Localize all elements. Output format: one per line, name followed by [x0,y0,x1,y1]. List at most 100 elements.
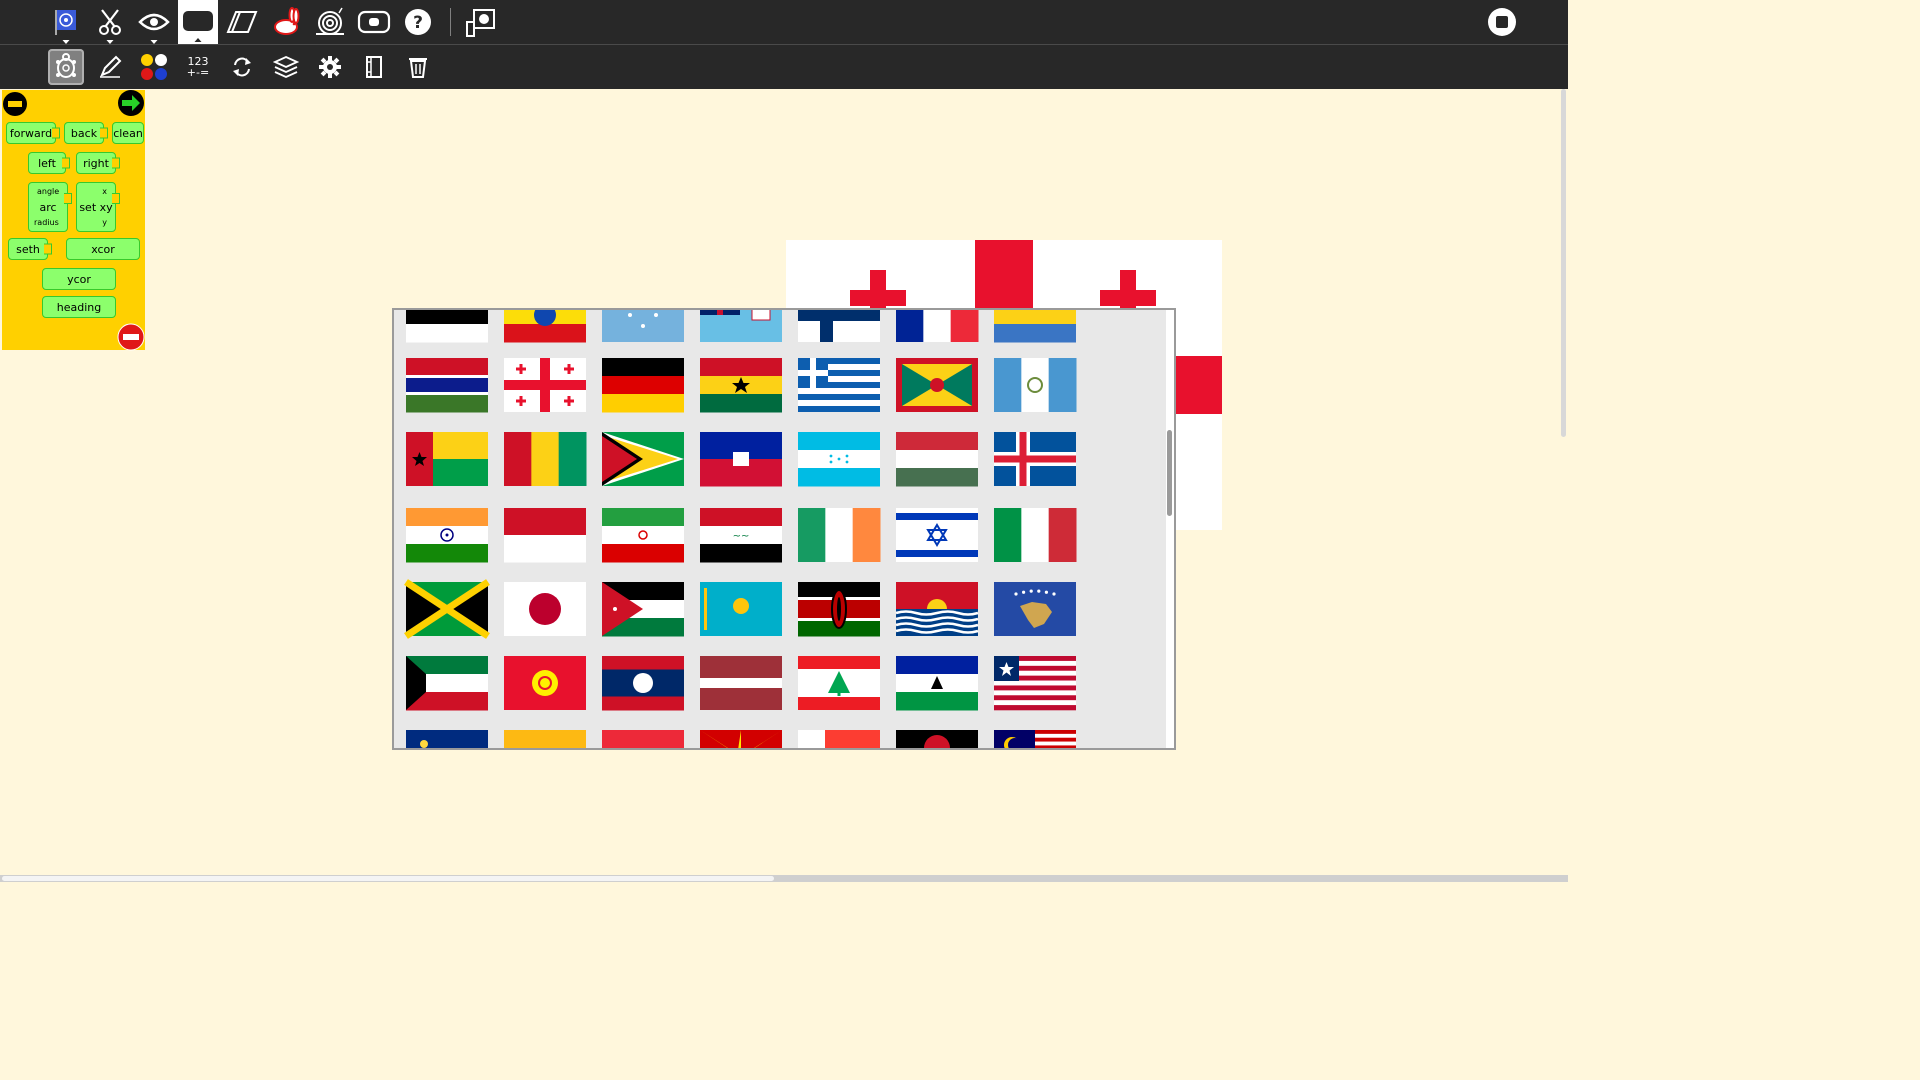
clean-block-label: clean [113,126,143,140]
setxy-block[interactable]: x set xy y [76,182,120,232]
flag-lithuania[interactable] [504,730,586,750]
flag-malaysia[interactable] [994,730,1076,750]
flag-greece[interactable] [798,358,880,412]
blocks-palette-icon[interactable] [268,49,304,85]
flag-honduras[interactable] [798,432,880,487]
flag-chooser-popup[interactable]: ~~ [392,308,1176,750]
flag-haiti[interactable] [700,432,782,487]
flag-kyrgyzstan[interactable] [504,656,586,710]
flag-indonesia[interactable] [504,508,586,563]
forward-block[interactable]: forward [6,122,60,144]
flag-guyana[interactable] [602,432,684,486]
back-block[interactable]: back [64,122,108,144]
flag-macedonia[interactable] [700,730,782,750]
canvas-vertical-scrollbar[interactable] [1560,89,1568,875]
trash-palette-icon[interactable] [400,49,436,85]
activity-logo-icon[interactable] [46,2,86,44]
xcor-block-label: xcor [91,242,115,256]
heading-block[interactable]: heading [42,296,116,318]
flag-iraq[interactable]: ~~ [700,508,782,563]
eraser-icon[interactable] [222,2,262,42]
flag-ethiopia[interactable] [504,310,586,343]
flag-india[interactable] [406,508,488,563]
flag-estonia[interactable] [406,310,488,343]
snail-icon[interactable] [310,2,350,42]
flag-finland[interactable] [798,310,880,342]
flag-micronesia[interactable] [602,310,684,342]
scissors-icon[interactable] [90,2,130,44]
flag-germany[interactable] [602,358,684,413]
arc-angle-label: angle [37,187,60,196]
flag-iran[interactable] [602,508,684,563]
flag-luxembourg[interactable] [602,730,684,750]
flag-chooser-scrollbar[interactable] [1166,310,1174,748]
flag-hungary[interactable] [896,432,978,487]
flag-guatemala[interactable] [994,358,1077,412]
pen-palette-icon[interactable] [92,49,128,85]
canvas-vscroll-thumb[interactable] [1561,89,1566,437]
flag-gambia[interactable] [406,358,488,413]
right-block[interactable]: right [76,152,120,174]
setxy-y-label: y [102,218,107,227]
left-block[interactable]: left [28,152,70,174]
flag-liberia[interactable] [994,656,1076,711]
flag-chooser-scroll-thumb[interactable] [1167,430,1172,516]
stop-icon[interactable] [1482,2,1522,42]
flag-kuwait[interactable] [406,656,488,711]
flag-jordan[interactable] [602,582,684,637]
flag-guinea[interactable] [504,432,587,486]
flag-latvia[interactable] [700,656,782,710]
svg-text:~~: ~~ [733,531,750,542]
flag-lesotho[interactable] [896,656,978,711]
clean-block[interactable]: clean [112,122,144,144]
flag-kazakhstan[interactable] [700,582,782,636]
flag-liechtenstein[interactable] [406,730,488,750]
flag-france[interactable] [896,310,979,342]
flow-palette-icon[interactable] [224,49,260,85]
svg-text:?: ? [413,13,423,33]
eye-icon[interactable] [134,2,174,44]
flag-kiribati[interactable] [895,582,979,636]
setxy-block-label: set xy [79,200,113,214]
turtle-palette-icon[interactable] [48,49,84,85]
canvas-hscroll-thumb[interactable] [2,876,774,881]
sensors-palette-icon[interactable] [312,49,348,85]
flag-ireland[interactable] [798,508,881,562]
flag-italy[interactable] [994,508,1077,562]
canvas-horizontal-scrollbar[interactable] [0,875,1568,882]
numbers-palette-icon[interactable]: 123 +-= [180,49,216,85]
rabbit-icon[interactable] [266,2,306,42]
flag-ghana[interactable] [700,358,782,413]
step-icon[interactable] [354,2,394,42]
flag-israel[interactable] [896,508,978,562]
arc-block[interactable]: angle arc radius [28,182,72,232]
flag-grenada[interactable] [896,358,978,412]
ycor-block[interactable]: ycor [42,268,116,290]
palette-next-icon[interactable] [117,89,145,121]
flag-japan[interactable] [504,582,586,636]
fullscreen-icon[interactable] [178,0,218,44]
flag-jamaica[interactable] [404,579,490,639]
flag-fiji[interactable] [700,310,782,342]
flag-lebanon[interactable] [798,656,880,710]
colors-palette-icon[interactable] [136,49,172,85]
stop-turtle-icon[interactable] [460,2,500,42]
flag-georgia[interactable] [504,358,586,412]
ycor-block-label: ycor [67,272,91,286]
flag-malawi[interactable] [896,730,978,750]
toolbar-separator [450,8,451,36]
palette-hide-icon[interactable] [2,91,28,121]
arc-block-label: arc [39,200,57,214]
flag-kosovo[interactable] [994,582,1076,636]
flag-guinea-bissau[interactable] [406,432,488,486]
xcor-block[interactable]: xcor [66,238,140,260]
flag-laos[interactable] [602,656,684,711]
extras-palette-icon[interactable] [356,49,392,85]
flag-iceland[interactable] [994,432,1076,486]
help-icon[interactable]: ? [398,2,438,42]
flag-kenya[interactable] [798,582,880,637]
seth-block[interactable]: seth [8,238,52,260]
flag-madagascar[interactable] [798,730,880,750]
flag-gabon[interactable] [994,310,1076,343]
palette-close-icon[interactable] [117,323,145,355]
